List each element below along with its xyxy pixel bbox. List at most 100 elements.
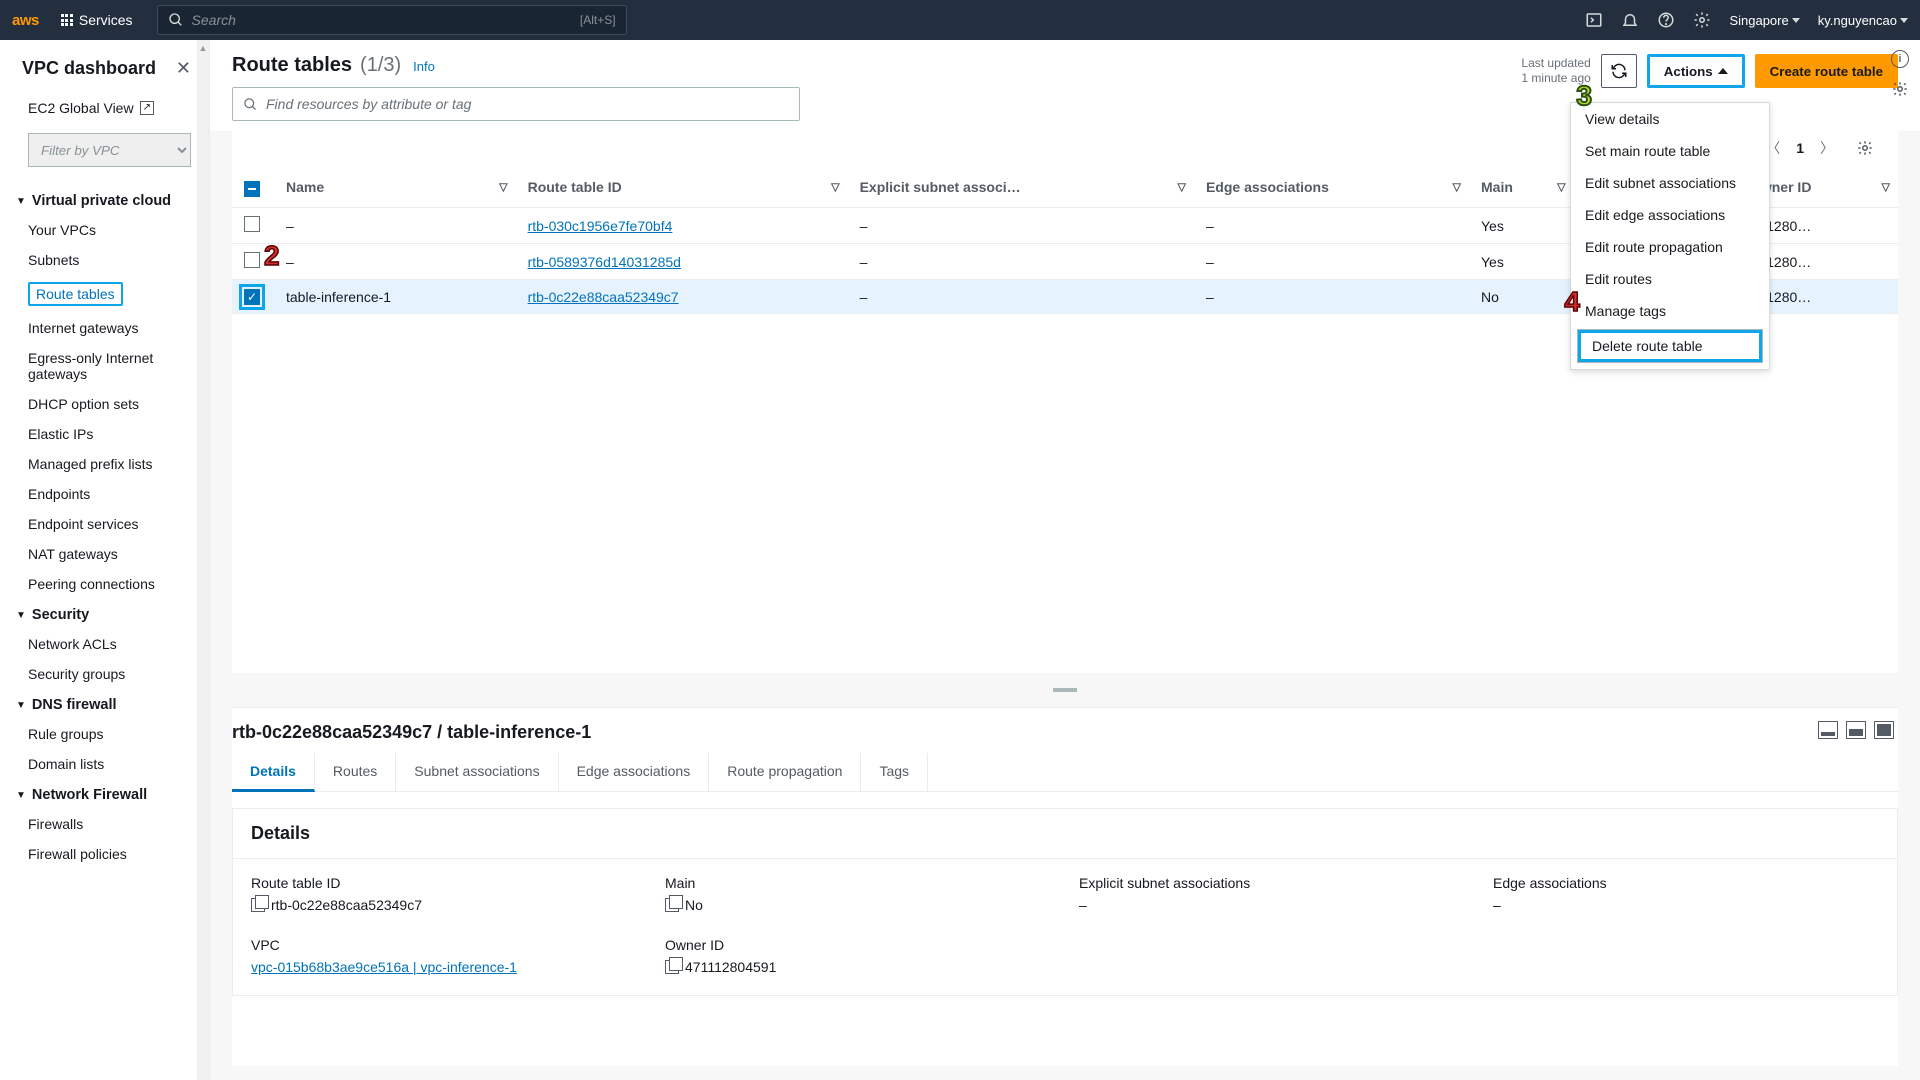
layout-split-icon[interactable] [1846,721,1866,739]
detail-title: rtb-0c22e88caa52349c7 / table-inference-… [232,710,591,751]
sidebar-item[interactable]: Managed prefix lists [0,449,209,479]
page-title: Route tables [232,54,352,77]
sidebar-item[interactable]: NAT gateways [0,539,209,569]
menu-item-delete-route-table[interactable]: Delete route table [1577,329,1763,363]
sidebar-group-header[interactable]: ▼Network Firewall [0,779,209,809]
field-label-rtb: Route table ID [251,875,637,891]
sidebar-group-header[interactable]: ▼Security [0,599,209,629]
global-search[interactable]: [Alt+S] [157,5,627,35]
field-value-main: No [685,897,703,913]
layout-bottom-icon[interactable] [1818,721,1838,739]
user-menu[interactable]: ky.nguyencao [1818,13,1908,28]
menu-item-edit-route-propagation[interactable]: Edit route propagation [1571,231,1769,263]
sidebar-item[interactable]: Subnets [0,245,209,275]
cell-rtb-link[interactable]: rtb-0c22e88caa52349c7 [528,289,679,305]
gear-icon[interactable] [1891,80,1909,98]
help-icon[interactable] [1657,11,1675,29]
menu-item-set-main-route-table[interactable]: Set main route table [1571,135,1769,167]
chevron-up-icon [1718,68,1728,74]
sidebar-item[interactable]: Egress-only Internet gateways [0,343,209,389]
search-input[interactable] [192,12,572,28]
cell-name: – [274,208,516,244]
field-value-vpc-link[interactable]: vpc-015b68b3ae9ce516a | vpc-inference-1 [251,959,517,975]
tab-subnet-associations[interactable]: Subnet associations [396,753,558,791]
aws-logo[interactable]: aws [12,12,39,29]
menu-item-view-details[interactable]: View details [1571,103,1769,135]
filter-input[interactable] [266,96,789,112]
column-header[interactable] [232,167,274,208]
search-shortcut: [Alt+S] [580,13,616,27]
services-menu[interactable]: Services [53,8,141,32]
info-link[interactable]: Info [413,59,435,74]
sidebar-item[interactable]: Peering connections [0,569,209,599]
sidebar-item[interactable]: Your VPCs [0,215,209,245]
page-number: 1 [1796,140,1804,156]
row-checkbox[interactable] [244,252,260,268]
select-all-checkbox[interactable] [244,181,260,197]
region-selector[interactable]: Singapore [1729,13,1799,28]
close-icon[interactable]: ✕ [176,58,191,79]
field-value-edge: – [1493,897,1879,913]
row-checkbox[interactable] [244,289,260,305]
actions-button[interactable]: Actions [1647,54,1745,88]
cell-edge: – [1194,208,1469,244]
sidebar-item[interactable]: Endpoint services [0,509,209,539]
sidebar-item[interactable]: DHCP option sets [0,389,209,419]
sidebar-item[interactable]: Network ACLs [0,629,209,659]
sidebar-item[interactable]: Rule groups [0,719,209,749]
external-link-icon: ↗ [140,101,154,115]
info-icon[interactable]: i [1891,50,1909,68]
cell-esa: – [848,244,1194,280]
row-checkbox[interactable] [244,216,260,232]
cell-rtb-link[interactable]: rtb-0589376d14031285d [528,254,681,270]
column-header[interactable]: Route table ID▽ [516,167,848,208]
copy-icon[interactable] [665,960,679,974]
tab-route-propagation[interactable]: Route propagation [709,753,861,791]
sidebar-item[interactable]: Firewalls [0,809,209,839]
menu-item-manage-tags[interactable]: Manage tags [1571,295,1769,327]
sidebar-group-header[interactable]: ▼DNS firewall [0,689,209,719]
sidebar-item[interactable]: Internet gateways [0,313,209,343]
sidebar-scrollbar[interactable]: ▲ [197,40,209,1080]
detail-panel: rtb-0c22e88caa52349c7 / table-inference-… [232,707,1898,1067]
menu-item-edit-edge-associations[interactable]: Edit edge associations [1571,199,1769,231]
column-header[interactable]: Main▽ [1469,167,1574,208]
sidebar-ec2-global[interactable]: EC2 Global View ↗ [0,93,209,123]
column-header[interactable]: Explicit subnet associ…▽ [848,167,1194,208]
layout-full-icon[interactable] [1874,721,1894,739]
next-page-button[interactable]: 〉 [1814,135,1840,161]
annotation-3: 3 [1576,80,1592,112]
refresh-icon [1610,62,1628,80]
cell-main: Yes [1469,244,1574,280]
resource-filter[interactable] [232,87,800,121]
tab-tags[interactable]: Tags [861,753,928,791]
main-content: i Route tables (1/3) Info La [210,40,1920,1080]
bell-icon[interactable] [1621,11,1639,29]
tab-details[interactable]: Details [232,753,315,792]
tab-routes[interactable]: Routes [315,753,396,791]
field-value-esa: – [1079,897,1465,913]
menu-item-edit-subnet-associations[interactable]: Edit subnet associations [1571,167,1769,199]
menu-item-edit-routes[interactable]: Edit routes [1571,263,1769,295]
gear-icon[interactable] [1693,11,1711,29]
sidebar-item[interactable]: Elastic IPs [0,419,209,449]
sidebar-item[interactable]: Firewall policies [0,839,209,869]
copy-icon[interactable] [665,898,679,912]
drag-handle-icon[interactable] [1053,688,1077,692]
cloudshell-icon[interactable] [1585,11,1603,29]
column-header[interactable]: Edge associations▽ [1194,167,1469,208]
gear-icon[interactable] [1856,139,1874,157]
copy-icon[interactable] [251,898,265,912]
tab-edge-associations[interactable]: Edge associations [559,753,710,791]
cell-rtb-link[interactable]: rtb-030c1956e7fe70bf4 [528,218,673,234]
sidebar-item[interactable]: Security groups [0,659,209,689]
sidebar-group-header[interactable]: ▼Virtual private cloud [0,185,209,215]
sidebar-item[interactable]: Endpoints [0,479,209,509]
refresh-button[interactable] [1601,54,1637,88]
sidebar-item[interactable]: Domain lists [0,749,209,779]
create-route-table-button[interactable]: Create route table [1755,54,1898,88]
column-header[interactable]: Name▽ [274,167,516,208]
filter-by-vpc-select[interactable]: Filter by VPC [28,133,191,167]
field-value-owner: 471112804591 [685,959,776,975]
sidebar-item[interactable]: Route tables [0,275,209,313]
